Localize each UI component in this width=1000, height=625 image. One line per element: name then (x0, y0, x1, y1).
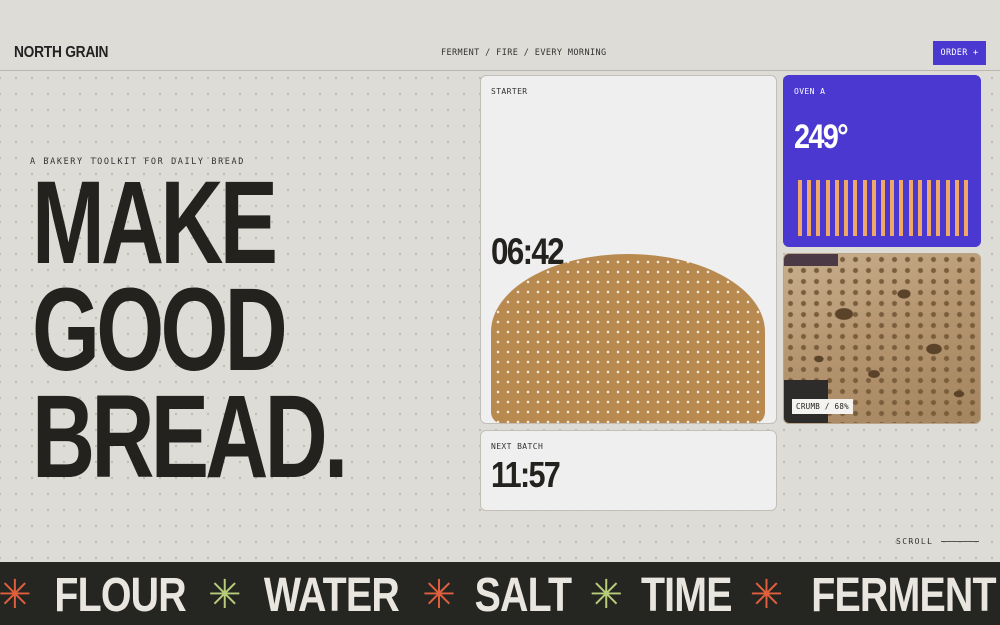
site-header: NORTH GRAIN FERMENT / FIRE / EVERY MORNI… (0, 0, 1000, 71)
next-batch-time: 11:57 (491, 454, 561, 495)
crumb-photo-card: CRUMB / 68% (783, 253, 981, 424)
asterisk-icon: ✳ (589, 572, 623, 618)
oven-bar (862, 180, 867, 236)
oven-bar (880, 180, 885, 236)
asterisk-icon: ✳ (0, 572, 32, 618)
oven-temperature: 249° (794, 118, 849, 156)
ticker-word: FLOUR (53, 568, 186, 622)
oven-bar (963, 180, 968, 236)
oven-bar (825, 180, 830, 236)
oven-bar (936, 180, 941, 236)
starter-card: STARTER 06:42 (480, 75, 777, 424)
oven-bar (927, 180, 932, 236)
brand-logo[interactable]: NORTH GRAIN (14, 44, 109, 62)
scroll-indicator[interactable]: SCROLL (896, 537, 933, 546)
crumb-tag: CRUMB / 68% (792, 399, 853, 414)
oven-bar (954, 180, 959, 236)
ticker-word: SALT (474, 568, 571, 622)
asterisk-icon: ✳ (207, 572, 242, 618)
headline-line-2: GOOD (32, 264, 288, 396)
next-batch-card: NEXT BATCH 11:57 (480, 430, 777, 511)
next-batch-label: NEXT BATCH (491, 442, 544, 451)
oven-bar (899, 180, 904, 236)
asterisk-icon: ✳ (749, 572, 784, 618)
photo-shadow (784, 254, 838, 266)
ticker-word: WATER (264, 568, 400, 622)
ticker-word: TIME (640, 568, 733, 622)
oven-bar (945, 180, 950, 236)
headline-line-1: MAKE (32, 157, 278, 289)
oven-heat-bars (798, 180, 968, 236)
order-button[interactable]: ORDER + (933, 41, 986, 65)
oven-bar (807, 180, 812, 236)
oven-bar (917, 180, 922, 236)
ticker-word: FERMENT (811, 568, 996, 622)
starter-label: STARTER (491, 87, 528, 96)
scroll-line (941, 541, 979, 542)
headline-line-3: BREAD. (32, 371, 348, 503)
oven-bar (798, 180, 802, 236)
ingredient-ticker: ✳FLOUR✳WATER✳SALT✳TIME✳FERMENT✳FIRE✳FL (0, 562, 1000, 625)
oven-bar (908, 180, 913, 236)
oven-bar (816, 180, 821, 236)
hero-headline: MAKE GOOD BREAD. (32, 157, 454, 503)
oven-card: OVEN A 249° (783, 75, 981, 247)
asterisk-icon: ✳ (422, 572, 456, 618)
header-tagline: FERMENT / FIRE / EVERY MORNING (441, 48, 607, 58)
oven-bar (844, 180, 849, 236)
oven-bar (890, 180, 895, 236)
oven-label: OVEN A (794, 87, 826, 96)
oven-bar (871, 180, 876, 236)
oven-bar (834, 180, 839, 236)
oven-bar (853, 180, 858, 236)
loaf-illustration (491, 254, 765, 423)
ticker-track: ✳FLOUR✳WATER✳SALT✳TIME✳FERMENT✳FIRE✳FL (0, 565, 1000, 625)
